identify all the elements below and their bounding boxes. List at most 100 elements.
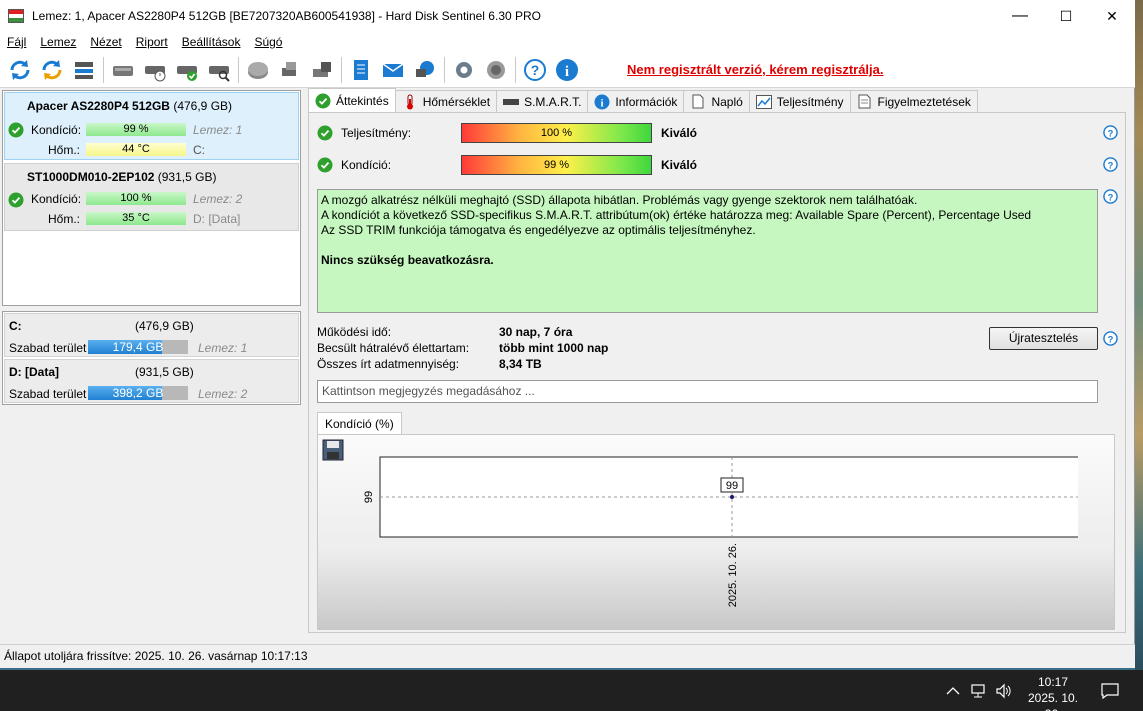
help-icon[interactable]: ? <box>1103 157 1118 172</box>
external-disk-icon[interactable] <box>309 57 335 83</box>
written-label: Összes írt adatmennyiség: <box>317 357 460 371</box>
info-icon: i <box>594 94 610 110</box>
maximize-button[interactable]: ☐ <box>1043 0 1089 32</box>
volume-card-c[interactable]: C: (476,9 GB) Szabad terület 179,4 GB Le… <box>4 313 299 357</box>
free-space-bar: 179,4 GB <box>88 340 188 354</box>
disk-model: ST1000DM010-2EP102 <box>27 170 155 184</box>
disk-list-icon[interactable] <box>71 57 97 83</box>
performance-quality: Kiváló <box>661 126 698 140</box>
free-space-value: 179,4 GB <box>112 340 164 354</box>
registration-warning-link[interactable]: Nem regisztrált verzió, kérem regisztrál… <box>627 62 884 77</box>
tab-alerts[interactable]: Figyelmeztetések <box>849 90 978 112</box>
tab-bar: Áttekintés Hőmérséklet S.M.A.R.T. i Info… <box>308 88 978 112</box>
tab-label: Teljesítmény <box>776 94 844 109</box>
menu-report[interactable]: Riport <box>129 35 175 49</box>
drive-letter: D: [Data] <box>193 212 241 226</box>
hdd-icon[interactable] <box>110 57 136 83</box>
disk-size: (476,9 GB) <box>173 99 233 113</box>
svg-text:?: ? <box>1108 192 1114 202</box>
tab-temperature[interactable]: Hőmérséklet <box>394 90 498 112</box>
overview-panel: Teljesítmény: 100 % Kiváló ? Kondíció: 9… <box>308 112 1126 633</box>
svg-text:i: i <box>601 97 604 109</box>
hdd-ok-icon[interactable] <box>174 57 200 83</box>
chart-tab-condition[interactable]: Kondíció (%) <box>317 412 402 434</box>
tab-performance[interactable]: Teljesítmény <box>748 90 851 112</box>
condition-bar: 99 % <box>461 155 652 175</box>
volume-icon[interactable] <box>994 681 1014 701</box>
tab-overview[interactable]: Áttekintés <box>308 88 396 112</box>
tab-label: Hőmérséklet <box>422 94 491 109</box>
help-icon[interactable]: ? <box>1103 331 1118 346</box>
network-report-icon[interactable] <box>412 57 438 83</box>
note-input[interactable]: Kattintson megjegyzés megadásához ... <box>317 380 1098 403</box>
document-icon <box>857 94 873 110</box>
refresh-all-icon[interactable] <box>39 57 65 83</box>
svg-text:?: ? <box>1108 128 1114 138</box>
retest-button[interactable]: Újratesztelés <box>989 327 1098 350</box>
chevron-up-icon[interactable] <box>944 682 962 700</box>
document-icon <box>690 94 706 110</box>
menu-file[interactable]: Fájl <box>0 35 33 49</box>
tab-label: Információk <box>615 94 678 109</box>
menu-view[interactable]: Nézet <box>83 35 128 49</box>
data-label: 99 <box>726 480 738 492</box>
drive-letter: C: <box>193 143 205 157</box>
refresh-icon[interactable] <box>7 57 33 83</box>
volume-card-d[interactable]: D: [Data] (931,5 GB) Szabad terület 398,… <box>4 359 299 403</box>
condition-chart: 99 99 2025. 10. 26. <box>363 456 1078 607</box>
app-icon <box>8 9 24 23</box>
window-title: Lemez: 1, Apacer AS2280P4 512GB [BE72073… <box>32 9 541 23</box>
hdd-search-icon[interactable] <box>206 57 232 83</box>
disk-model: Apacer AS2280P4 512GB <box>27 99 170 113</box>
taskbar-clock[interactable]: 10:17 2025. 10. 26. <box>1020 674 1086 711</box>
disk-card-2[interactable]: ST1000DM010-2EP102 (931,5 GB) Kondíció: … <box>4 163 299 231</box>
info-icon[interactable]: i <box>554 57 580 83</box>
close-button[interactable]: ✕ <box>1089 0 1135 32</box>
volume-size: (476,9 GB) <box>135 319 194 333</box>
status-message-box: A mozgó alkatrész nélküli meghajtó (SSD)… <box>317 189 1098 313</box>
tab-label: Napló <box>711 94 743 109</box>
menu-help[interactable]: Súgó <box>247 35 289 49</box>
message-line: A mozgó alkatrész nélküli meghajtó (SSD)… <box>321 193 918 207</box>
help-icon[interactable]: ? <box>522 57 548 83</box>
volume-name: D: [Data] <box>9 365 59 379</box>
settings-gear-icon[interactable] <box>451 57 477 83</box>
email-icon[interactable] <box>380 57 406 83</box>
help-icon[interactable]: ? <box>1103 189 1118 204</box>
free-space-value: 398,2 GB <box>112 386 164 400</box>
disk-card-1[interactable]: Apacer AS2280P4 512GB (476,9 GB) Kondíci… <box>4 92 299 160</box>
condition-label: Kondíció: <box>341 158 392 172</box>
condition-bar: 99 % <box>86 123 186 136</box>
status-bar: Állapot utoljára frissítve: 2025. 10. 26… <box>0 644 1135 668</box>
volume-list-panel: C: (476,9 GB) Szabad terület 179,4 GB Le… <box>2 311 301 405</box>
title-bar: Lemez: 1, Apacer AS2280P4 512GB [BE72073… <box>0 0 1135 32</box>
notification-icon[interactable] <box>1100 681 1120 701</box>
tab-smart[interactable]: S.M.A.R.T. <box>496 90 589 112</box>
toolbar-separator <box>444 56 445 83</box>
menu-disk[interactable]: Lemez <box>33 35 83 49</box>
tab-label: S.M.A.R.T. <box>524 94 582 109</box>
network-icon[interactable] <box>969 681 989 701</box>
volume-name: C: <box>9 319 22 333</box>
hdd-schedule-icon[interactable] <box>142 57 168 83</box>
help-icon[interactable]: ? <box>1103 125 1118 140</box>
lifetime-label: Becsült hátralévő élettartam: <box>317 341 470 355</box>
tab-log[interactable]: Napló <box>683 90 750 112</box>
y-tick-label: 99 <box>363 491 375 503</box>
disk-name: ST1000DM010-2EP102 (931,5 GB) <box>27 170 216 184</box>
disk-size: (931,5 GB) <box>157 170 217 184</box>
x-tick-label: 2025. 10. 26. <box>727 543 739 607</box>
usb-disk-icon[interactable] <box>277 57 303 83</box>
tab-information[interactable]: i Információk <box>587 90 685 112</box>
surface-test-icon[interactable] <box>245 57 271 83</box>
report-icon[interactable] <box>348 57 374 83</box>
written-value: 8,34 TB <box>499 357 542 371</box>
app-window: Lemez: 1, Apacer AS2280P4 512GB [BE72073… <box>0 0 1135 668</box>
taskbar: 10:17 2025. 10. 26. <box>0 670 1143 711</box>
disk-name: Apacer AS2280P4 512GB (476,9 GB) <box>27 99 232 113</box>
menu-settings[interactable]: Beállítások <box>175 35 248 49</box>
sound-icon[interactable] <box>483 57 509 83</box>
minimize-button[interactable]: — <box>997 0 1043 32</box>
temperature-label: Hőm.: <box>48 143 81 157</box>
temperature-bar: 35 °C <box>86 212 186 225</box>
